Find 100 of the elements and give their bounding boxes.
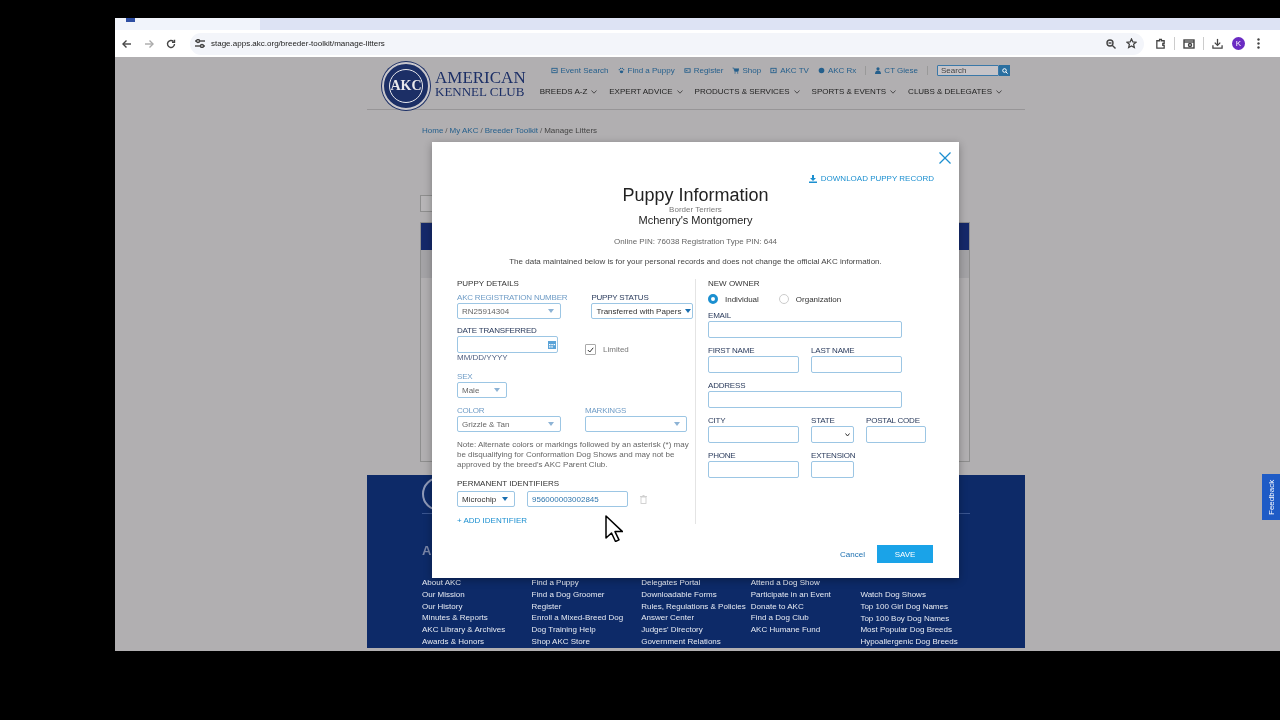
- footer-link[interactable]: Find a Dog Club: [750, 612, 861, 625]
- caret-down-icon: [548, 422, 554, 426]
- footer-link[interactable]: Find a Dog Groomer: [531, 588, 642, 601]
- input-field[interactable]: [708, 461, 799, 478]
- footer-link[interactable]: Awards & Honors: [422, 636, 532, 648]
- caret-down-icon: [502, 497, 508, 501]
- menu-dots-icon[interactable]: [1257, 38, 1260, 49]
- footer-link[interactable]: Government Relations: [641, 636, 751, 648]
- footer-link[interactable]: Find a Puppy: [531, 577, 642, 589]
- footer-link[interactable]: AKC Humane Fund: [750, 624, 861, 636]
- dropdown-select[interactable]: [811, 426, 854, 443]
- footer-link[interactable]: About AKC: [422, 577, 532, 589]
- search-button[interactable]: [999, 65, 1010, 76]
- footer-link[interactable]: Donate to AKC: [750, 600, 861, 613]
- caret-down-icon: [674, 422, 680, 426]
- footer-link[interactable]: Watch Dog Shows: [860, 589, 970, 601]
- footer-link[interactable]: Participate in an Event: [750, 588, 861, 601]
- akc-seal-logo: AKC: [382, 62, 430, 110]
- field-label: STATE: [811, 416, 836, 425]
- input-field[interactable]: [708, 356, 799, 373]
- date-input-field[interactable]: [457, 336, 558, 353]
- footer-link[interactable]: Delegates Portal: [641, 577, 751, 589]
- nav-menu-item[interactable]: BREEDS A-Z: [539, 87, 588, 96]
- radio-label: Organization: [795, 294, 842, 304]
- chevron-down-icon: [676, 89, 683, 94]
- disclaimer-note: Note: Alternate colors or markings followed by an asterisk (*) may be disqualifying for Conformation Dog Shows and may not be approved by the breed's AKC Parent Club.: [457, 440, 689, 470]
- field-label: LAST NAME: [811, 346, 856, 355]
- pin-info: Online PIN: 76038 Registration Type PIN: 644: [612, 237, 779, 246]
- trash-icon: [640, 494, 647, 504]
- footer-link[interactable]: Enroll a Mixed-Breed Dog: [531, 612, 642, 625]
- tab-search-icon[interactable]: [1183, 38, 1195, 49]
- add-identifier-link[interactable]: + ADD IDENTIFIER: [457, 516, 527, 525]
- radio-button[interactable]: [708, 294, 718, 304]
- download-link[interactable]: DOWNLOAD PUPPY RECORD: [808, 174, 934, 183]
- footer-link[interactable]: Top 100 Boy Dog Names: [860, 612, 970, 625]
- close-button[interactable]: [939, 152, 951, 164]
- logo-wordmark: AMERICAN: [435, 71, 526, 85]
- caret-down-icon: [685, 309, 692, 313]
- footer-link[interactable]: Register: [531, 600, 642, 613]
- checkmark-icon: [587, 346, 594, 353]
- footer-link[interactable]: AKC Library & Archives: [422, 624, 532, 636]
- download-icon[interactable]: [1212, 38, 1223, 49]
- input-field[interactable]: [708, 321, 902, 338]
- download-icon: [808, 174, 817, 183]
- footer-link[interactable]: Attend a Dog Show: [750, 577, 861, 589]
- site-info-icon[interactable]: [195, 39, 205, 48]
- profile-avatar[interactable]: K: [1232, 37, 1245, 50]
- field-label: EMAIL: [708, 311, 732, 320]
- feedback-tab[interactable]: Feedback: [1262, 474, 1280, 520]
- footer-link[interactable]: Our Mission: [422, 588, 532, 601]
- section-heading: PERMANENT IDENTIFIERS: [457, 479, 561, 488]
- footer-link[interactable]: Judges' Directory: [641, 624, 751, 636]
- radio-button[interactable]: [778, 294, 789, 304]
- footer-link[interactable]: Minutes & Reports: [422, 612, 532, 625]
- input-field[interactable]: [708, 391, 902, 408]
- field-label: FIRST NAME: [708, 346, 756, 355]
- extensions-icon[interactable]: [1155, 38, 1166, 49]
- footer-link[interactable]: Shop AKC Store: [531, 636, 642, 648]
- input-field[interactable]: [866, 426, 926, 443]
- footer-link[interactable]: Answer Center: [641, 612, 751, 625]
- nav-menu-item[interactable]: EXPERT ADVICE: [609, 87, 673, 96]
- dropdown-select[interactable]: Transferred with Papers: [591, 303, 694, 319]
- calendar-icon: [548, 340, 556, 349]
- field-label: EXTENSION: [811, 451, 856, 460]
- zoom-icon[interactable]: [1106, 38, 1116, 49]
- breadcrumb-current: Manage Litters: [544, 126, 598, 136]
- breed-name: Border Terriers: [668, 205, 723, 214]
- limited-checkbox[interactable]: [585, 344, 596, 355]
- nav-menu-item[interactable]: PRODUCTS & SERVICES: [694, 87, 790, 96]
- address-bar-url[interactable]: stage.apps.akc.org/breeder-toolkit/manage-litters: [211, 39, 385, 48]
- breadcrumb-separator: /: [445, 126, 448, 136]
- footer-link[interactable]: Our History: [422, 600, 532, 613]
- section-heading: NEW OWNER: [708, 279, 761, 288]
- input-field[interactable]: [708, 426, 799, 443]
- input-field[interactable]: 956000003002845: [527, 491, 628, 507]
- tv-play-icon: [770, 67, 778, 74]
- chevron-down-icon: [845, 432, 850, 437]
- forward-arrow-icon[interactable]: [144, 38, 154, 49]
- back-arrow-icon[interactable]: [122, 38, 132, 49]
- input-field[interactable]: [811, 356, 902, 373]
- footer-link[interactable]: Rules, Regulations & Policies: [641, 600, 751, 613]
- input-field[interactable]: [811, 461, 854, 478]
- nav-menu-item[interactable]: CLUBS & DELEGATES: [908, 87, 992, 96]
- site-search-field[interactable]: Search: [937, 65, 999, 76]
- footer-link[interactable]: Top 100 Girl Dog Names: [860, 600, 970, 613]
- dropdown-select[interactable]: Microchip: [457, 491, 515, 507]
- footer-link[interactable]: Dog Training Help: [531, 624, 642, 636]
- nav-menu-item[interactable]: SPORTS & EVENTS: [811, 87, 887, 96]
- bookmark-star-icon[interactable]: [1126, 38, 1137, 49]
- monitor-icon: [550, 67, 558, 74]
- card-icon: [683, 67, 691, 74]
- caret-down-icon: [494, 388, 500, 392]
- footer-link[interactable]: Most Popular Dog Breeds: [860, 624, 970, 637]
- cancel-button[interactable]: Cancel: [840, 549, 865, 559]
- caret-down-icon: [548, 309, 554, 313]
- footer-link[interactable]: Hypoallergenic Dog Breeds: [860, 636, 970, 648]
- footer-link[interactable]: Downloadable Forms: [641, 588, 751, 601]
- section-heading: PUPPY DETAILS: [457, 279, 520, 288]
- field-label: POSTAL CODE: [866, 416, 921, 425]
- reload-icon[interactable]: [166, 38, 176, 49]
